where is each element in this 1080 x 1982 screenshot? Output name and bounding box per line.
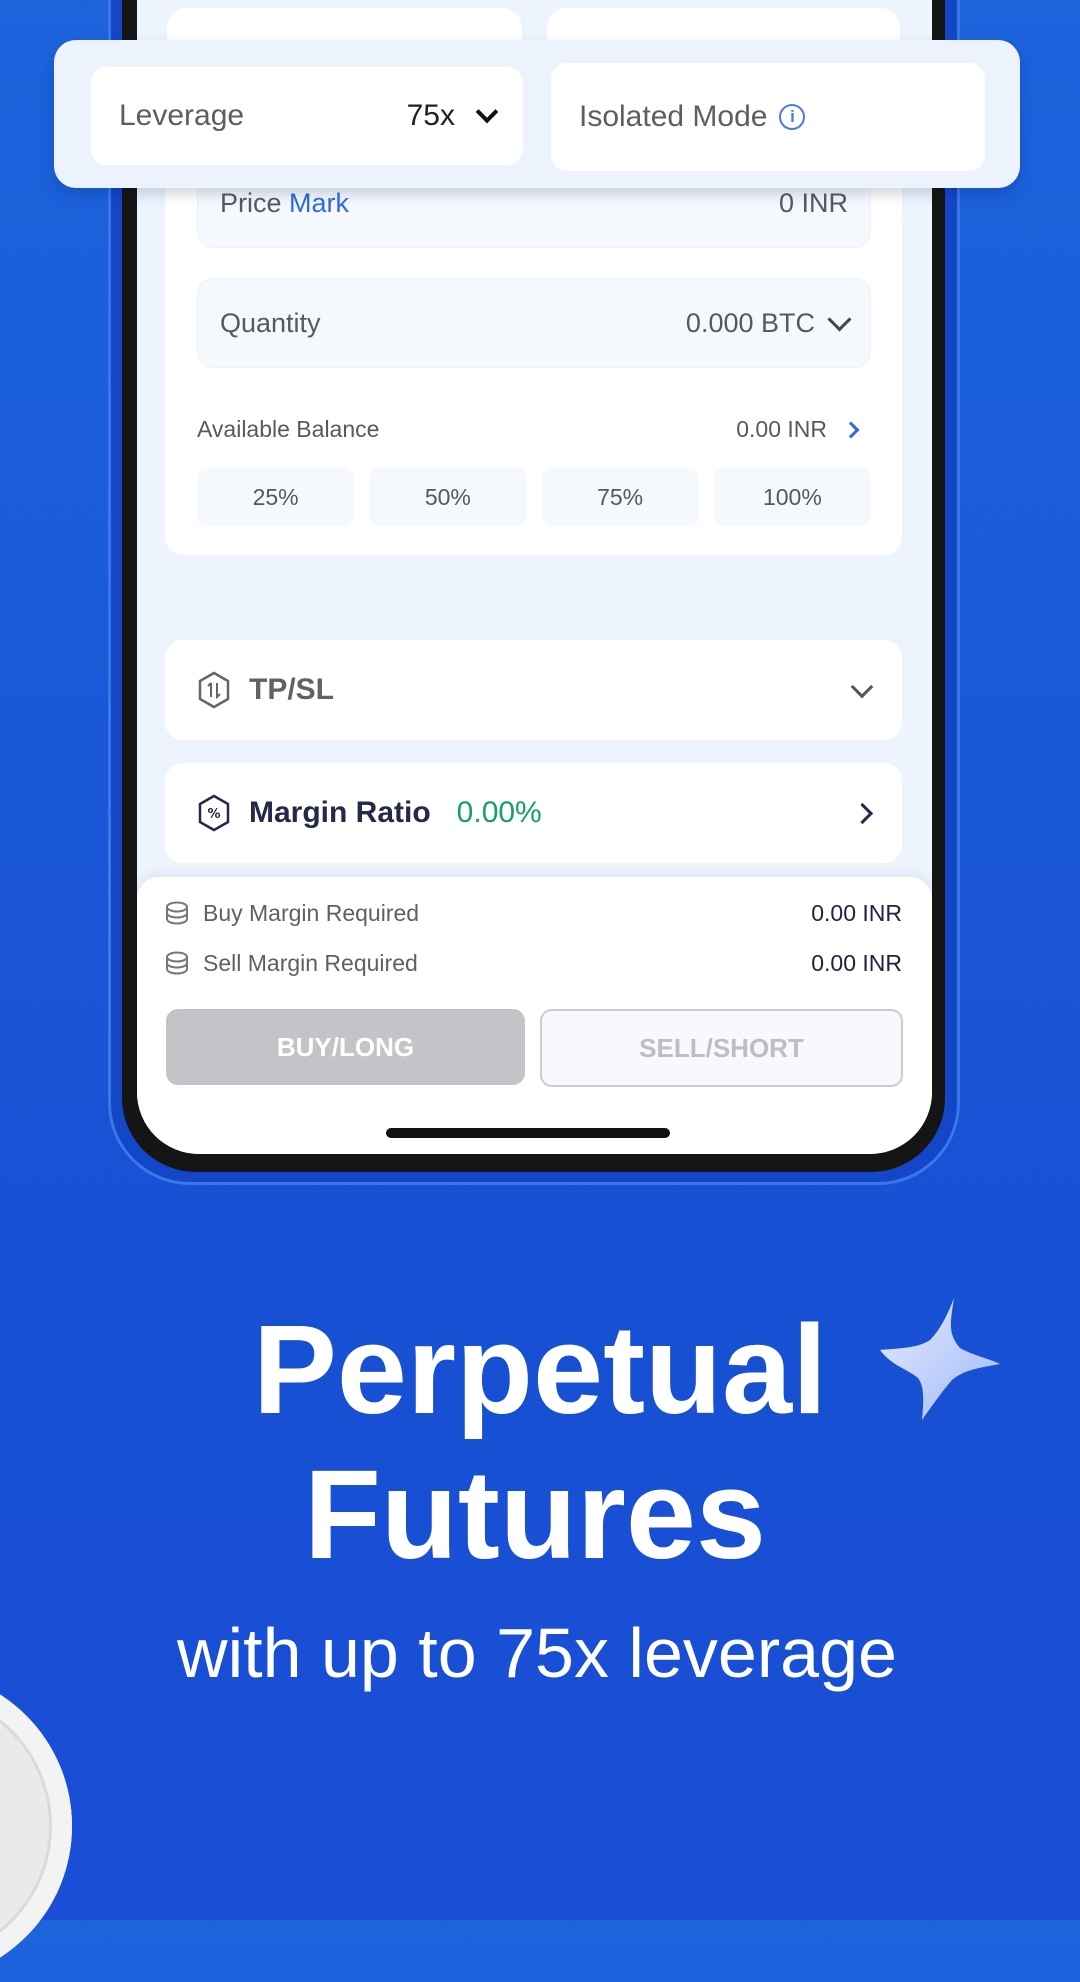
margin-mode-selector[interactable]: Isolated Mode i: [551, 63, 985, 171]
leverage-mode-overlay: Leverage 75x Isolated Mode i: [54, 40, 1020, 188]
sell-margin-row: Sell Margin Required 0.00 INR: [165, 950, 902, 977]
chevron-right-icon: [851, 802, 874, 824]
home-indicator: [386, 1128, 670, 1138]
price-label-group: Price Mark: [220, 188, 349, 219]
leverage-value: 75x: [406, 99, 455, 132]
margin-ratio-section[interactable]: % Margin Ratio 0.00%: [165, 763, 902, 863]
percent-75-button[interactable]: 75%: [541, 468, 699, 526]
tpsl-hexagon-icon: [198, 671, 230, 709]
price-label: Price: [220, 187, 282, 218]
tpsl-section[interactable]: TP/SL: [165, 640, 902, 740]
chevron-down-icon: [850, 675, 874, 699]
coins-icon: [166, 951, 188, 974]
balance-link[interactable]: 0.00 INR: [736, 416, 860, 443]
balance-value: 0.00 INR: [736, 416, 827, 442]
tpsl-label: TP/SL: [249, 673, 335, 706]
sell-margin-value: 0.00 INR: [811, 950, 902, 976]
leverage-selector[interactable]: Leverage 75x: [91, 67, 523, 165]
chevron-down-icon: [475, 100, 499, 124]
price-value: 0 INR: [778, 187, 848, 218]
coins-icon: [166, 901, 188, 924]
buy-margin-row: Buy Margin Required 0.00 INR: [165, 900, 902, 927]
quantity-field[interactable]: Quantity 0.000 BTC: [197, 278, 871, 368]
sell-margin-label: Sell Margin Required: [203, 950, 418, 976]
percent-50-button[interactable]: 50%: [369, 468, 527, 526]
percent-hexagon-icon: %: [198, 794, 230, 832]
sell-short-button[interactable]: SELL/SHORT: [540, 1009, 903, 1087]
quantity-value: 0.000 BTC: [685, 307, 815, 338]
percent-25-button[interactable]: 25%: [197, 468, 355, 526]
svg-text:%: %: [207, 807, 220, 822]
available-balance-row: Available Balance 0.00 INR: [197, 416, 871, 443]
hero-subtitle: with up to 75x leverage: [177, 1614, 897, 1692]
leverage-label: Leverage: [119, 99, 245, 132]
buy-margin-value: 0.00 INR: [811, 900, 902, 926]
info-icon[interactable]: i: [779, 104, 806, 130]
chevron-right-icon: [842, 421, 860, 438]
margin-ratio-value: 0.00%: [456, 796, 542, 829]
order-action-buttons: BUY/LONG SELL/SHORT: [166, 1009, 903, 1087]
buy-margin-label: Buy Margin Required: [203, 900, 420, 926]
buy-long-button[interactable]: BUY/LONG: [166, 1009, 525, 1085]
percent-selector: 25% 50% 75% 100%: [197, 468, 871, 526]
sparkle-star-icon: [880, 1298, 1000, 1420]
decorative-coin: [0, 1670, 72, 1982]
margin-ratio-label: Margin Ratio: [249, 796, 431, 829]
mode-label: Isolated Mode: [579, 100, 768, 133]
order-summary-sheet: Buy Margin Required 0.00 INR Sell Margin…: [137, 877, 932, 1154]
price-type-mark[interactable]: Mark: [289, 188, 349, 218]
percent-100-button[interactable]: 100%: [713, 468, 871, 526]
chevron-down-icon[interactable]: [827, 306, 852, 332]
quantity-label: Quantity: [220, 307, 321, 338]
hero-title-line2: Futures: [303, 1444, 767, 1585]
balance-label: Available Balance: [197, 416, 380, 442]
